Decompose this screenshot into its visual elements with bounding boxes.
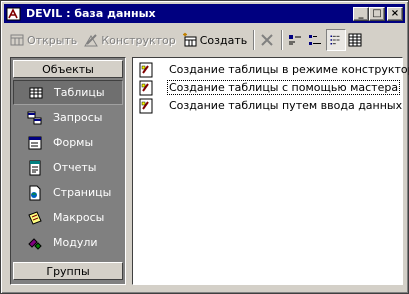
large-icons-icon — [289, 35, 302, 45]
create-icon — [182, 32, 197, 47]
open-button[interactable]: Открыть — [6, 29, 80, 51]
minimize-button[interactable]: _ — [353, 6, 369, 21]
details-view-button[interactable] — [346, 29, 366, 51]
small-icons-button[interactable] — [306, 29, 326, 51]
sidebar-item-label: Формы — [53, 136, 94, 149]
object-type-list: Таблицы Запросы Формы Отчеты Страницы Ма… — [13, 80, 123, 255]
groups-button[interactable]: Группы — [13, 262, 123, 280]
sidebar-item-label: Страницы — [53, 186, 112, 199]
title-bar[interactable]: DEVIL : база данных _ □ × — [4, 4, 405, 23]
open-icon — [10, 34, 24, 46]
design-button[interactable]: Конструктор — [80, 29, 178, 51]
small-icons-icon — [309, 35, 322, 45]
page-icon — [29, 185, 41, 200]
object-list-pane: Создание таблицы в режиме конструктора С… — [132, 57, 409, 285]
delete-button[interactable] — [258, 29, 278, 51]
large-icons-button[interactable] — [286, 29, 306, 51]
groups-label: Группы — [46, 264, 90, 278]
objects-header-label: Объекты — [42, 62, 94, 76]
wizard-shortcut-icon — [139, 98, 153, 113]
table-icon — [29, 87, 43, 98]
design-icon — [84, 34, 99, 47]
objects-header-button[interactable]: Объекты — [13, 60, 123, 78]
sidebar-item-label: Модули — [53, 236, 98, 249]
wizard-shortcut-icon — [139, 80, 153, 95]
wizard-shortcut-icon — [139, 62, 153, 77]
objects-sidebar: Объекты Таблицы Запросы Формы Отчеты Стр… — [10, 57, 126, 285]
sidebar-item-tables[interactable]: Таблицы — [13, 80, 123, 105]
details-view-icon — [348, 33, 362, 47]
report-icon — [29, 160, 41, 175]
macro-icon — [28, 210, 42, 225]
delete-icon — [261, 34, 273, 46]
list-item-label: Создание таблицы с помощью мастера — [166, 80, 401, 95]
list-item[interactable]: Создание таблицы с помощью мастера — [138, 79, 401, 96]
list-item[interactable]: Создание таблицы в режиме конструктора — [138, 61, 409, 78]
database-window: DEVIL : база данных _ □ × Открыть Констр… — [0, 0, 409, 294]
toolbar-separator — [281, 30, 284, 50]
list-view-button[interactable] — [326, 29, 347, 51]
sidebar-item-modules[interactable]: Модули — [13, 230, 123, 255]
list-item[interactable]: Создание таблицы путем ввода данных — [138, 97, 403, 114]
toolbar: Открыть Конструктор Создать — [6, 27, 406, 53]
sidebar-item-forms[interactable]: Формы — [13, 130, 123, 155]
design-label: Конструктор — [101, 33, 176, 47]
window-title: DEVIL : база данных — [26, 7, 156, 20]
minimize-icon: _ — [358, 7, 364, 19]
maximize-icon: □ — [372, 7, 382, 19]
query-icon — [27, 111, 42, 124]
create-label: Создать — [199, 33, 248, 47]
module-icon — [28, 237, 42, 250]
sidebar-item-macros[interactable]: Макросы — [13, 205, 123, 230]
create-button[interactable]: Создать — [179, 29, 251, 51]
open-label: Открыть — [27, 33, 78, 47]
sidebar-item-label: Запросы — [53, 111, 103, 124]
sidebar-item-pages[interactable]: Страницы — [13, 180, 123, 205]
maximize-button[interactable]: □ — [369, 6, 385, 21]
sidebar-item-reports[interactable]: Отчеты — [13, 155, 123, 180]
close-button[interactable]: × — [387, 6, 403, 21]
form-icon — [28, 136, 42, 149]
sidebar-item-queries[interactable]: Запросы — [13, 105, 123, 130]
close-icon: × — [390, 7, 400, 19]
sidebar-item-label: Таблицы — [54, 86, 105, 99]
sidebar-item-label: Макросы — [53, 211, 105, 224]
list-view-icon — [330, 35, 340, 45]
access-app-icon — [6, 7, 21, 20]
list-item-label: Создание таблицы в режиме конструктора — [169, 63, 409, 76]
list-item-label: Создание таблицы путем ввода данных — [169, 99, 403, 112]
toolbar-separator — [253, 30, 256, 50]
sidebar-item-label: Отчеты — [53, 161, 97, 174]
